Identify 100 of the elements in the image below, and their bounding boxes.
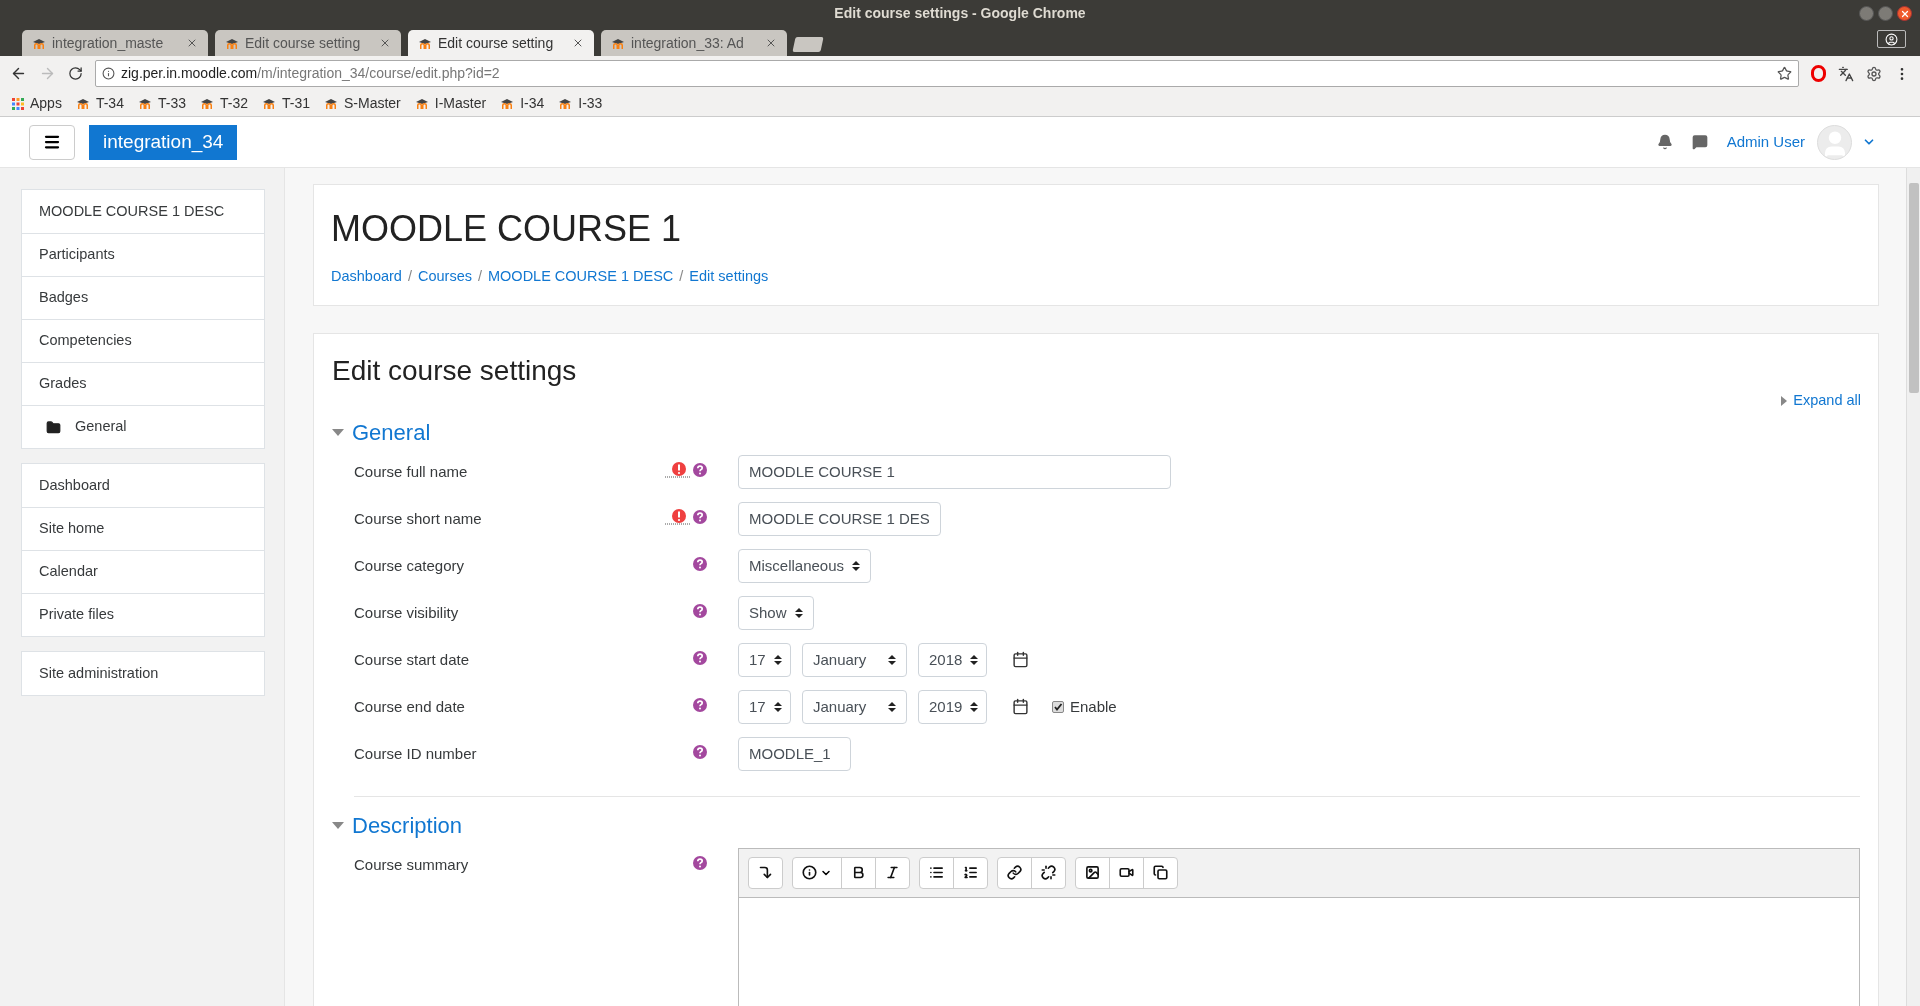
info-icon[interactable]: [102, 67, 115, 80]
moodle-icon: [225, 37, 239, 49]
translate-icon[interactable]: [1838, 65, 1854, 82]
calendar-icon[interactable]: [1012, 698, 1029, 716]
help-icon[interactable]: [693, 855, 707, 870]
select-field[interactable]: 17: [738, 642, 791, 677]
moodle-icon: [418, 37, 432, 49]
nav-item[interactable]: Grades: [22, 362, 264, 405]
close-icon[interactable]: [572, 37, 584, 49]
moodle-icon: [324, 98, 338, 109]
select-field[interactable]: 2018: [918, 642, 987, 677]
browser-tab[interactable]: integration_33: Ad: [601, 30, 787, 56]
breadcrumb-link[interactable]: MOODLE COURSE 1 DESC: [488, 266, 674, 288]
bookmark-item[interactable]: Apps: [12, 93, 62, 114]
bookmark-item[interactable]: I-34: [500, 93, 545, 114]
nav-item[interactable]: Participants: [22, 233, 264, 276]
toolbar-icon: [929, 865, 944, 881]
help-icon[interactable]: [693, 556, 707, 571]
nav-item[interactable]: Badges: [22, 276, 264, 319]
help-icon[interactable]: [693, 509, 707, 524]
menu-button[interactable]: [29, 124, 75, 160]
expand-all-link[interactable]: Expand all: [1781, 390, 1861, 412]
text-field[interactable]: MOODLE_1: [738, 736, 851, 771]
updown-caret-icon: [888, 701, 896, 712]
moodle-icon: [558, 98, 573, 109]
breadcrumb-link[interactable]: Courses: [417, 266, 472, 288]
nav-item[interactable]: General: [22, 405, 264, 448]
nav-item[interactable]: Site home: [22, 507, 264, 550]
help-icon[interactable]: [693, 603, 707, 618]
moodle-icon: [32, 37, 46, 49]
toolbar-icon: [1041, 865, 1056, 881]
select-field[interactable]: 17: [738, 689, 791, 724]
help-icon[interactable]: [693, 744, 707, 759]
bookmark-item[interactable]: S-Master: [324, 93, 401, 114]
folder-icon: [46, 419, 61, 435]
updown-caret-icon: [888, 654, 896, 665]
section-toggle[interactable]: Description: [332, 800, 1860, 842]
close-icon[interactable]: [765, 37, 777, 49]
checkbox[interactable]: [1052, 700, 1064, 713]
toolbar-icon: [758, 865, 773, 881]
bookmark-item[interactable]: T-31: [261, 93, 310, 114]
select-field[interactable]: January: [802, 689, 907, 724]
text-field[interactable]: MOODLE COURSE 1 DES: [738, 501, 941, 536]
bookmark-item[interactable]: T-33: [137, 93, 186, 114]
select-field[interactable]: Show: [738, 595, 814, 630]
text-field[interactable]: MOODLE COURSE 1: [738, 454, 1171, 489]
nav-item[interactable]: Private files: [22, 593, 264, 636]
minimize-button[interactable]: [1859, 6, 1874, 21]
field-label: Course short name: [354, 508, 483, 529]
close-button[interactable]: [1897, 6, 1912, 21]
bookmark-item[interactable]: I-33: [558, 93, 603, 114]
settings-icon[interactable]: [1866, 65, 1882, 82]
browser-tab[interactable]: Edit course setting: [408, 30, 594, 56]
bookmark-star-icon[interactable]: [1777, 66, 1792, 81]
updown-caret-icon: [970, 654, 979, 665]
nav-item[interactable]: Dashboard: [22, 464, 264, 507]
back-icon[interactable]: [10, 65, 27, 82]
breadcrumb-link[interactable]: Dashboard: [331, 266, 402, 288]
tab-title: Edit course setting: [245, 33, 362, 53]
section-toggle[interactable]: General: [332, 415, 1860, 449]
select-field[interactable]: 2019: [918, 689, 987, 724]
toolbar-icon: [1007, 865, 1022, 881]
moodle-icon: [261, 98, 276, 109]
address-field[interactable]: zig.per.in.moodle.com/m/integration_34/course/edit.php?id=2: [95, 60, 1799, 87]
field-label: Course visibility: [354, 602, 460, 623]
messages-icon[interactable]: [1691, 134, 1708, 150]
moodle-icon: [611, 37, 625, 49]
extension-icon[interactable]: [1811, 65, 1826, 82]
breadcrumb-link[interactable]: Edit settings: [689, 266, 769, 288]
close-icon: [1899, 8, 1910, 19]
updown-caret-icon: [773, 654, 782, 665]
bookmark-item[interactable]: I-Master: [414, 93, 487, 114]
notifications-icon[interactable]: [1656, 134, 1673, 150]
close-icon[interactable]: [379, 37, 391, 49]
select-field[interactable]: January: [802, 642, 907, 677]
browser-tab[interactable]: Edit course setting: [215, 30, 401, 56]
select-field[interactable]: Miscellaneous: [738, 548, 872, 583]
browser-tab[interactable]: integration_maste: [22, 30, 208, 56]
reload-icon[interactable]: [68, 66, 83, 81]
updown-caret-icon: [970, 701, 979, 712]
help-icon[interactable]: [693, 650, 707, 665]
expand-triangle-icon: [1781, 395, 1788, 406]
tab-title: integration_33: Ad: [631, 33, 745, 53]
user-name[interactable]: Admin User: [1726, 130, 1805, 154]
breadcrumb-separator: /: [407, 267, 412, 286]
user-icon: [1885, 32, 1898, 46]
new-tab-button[interactable]: [792, 37, 824, 52]
nav-item[interactable]: Calendar: [22, 550, 264, 593]
site-name-button[interactable]: integration_34: [89, 124, 238, 160]
nav-item[interactable]: MOODLE COURSE 1 DESC: [22, 190, 264, 233]
help-icon[interactable]: [693, 697, 707, 712]
nav-item[interactable]: Site administration: [22, 652, 264, 695]
help-icon[interactable]: [693, 462, 707, 477]
bookmark-item[interactable]: T-32: [199, 93, 248, 114]
profile-button[interactable]: [1877, 30, 1906, 48]
close-icon[interactable]: [186, 37, 198, 49]
calendar-icon[interactable]: [1012, 651, 1029, 669]
menu-icon: [43, 133, 61, 151]
nav-item[interactable]: Competencies: [22, 319, 264, 362]
bookmark-item[interactable]: T-34: [75, 93, 124, 114]
